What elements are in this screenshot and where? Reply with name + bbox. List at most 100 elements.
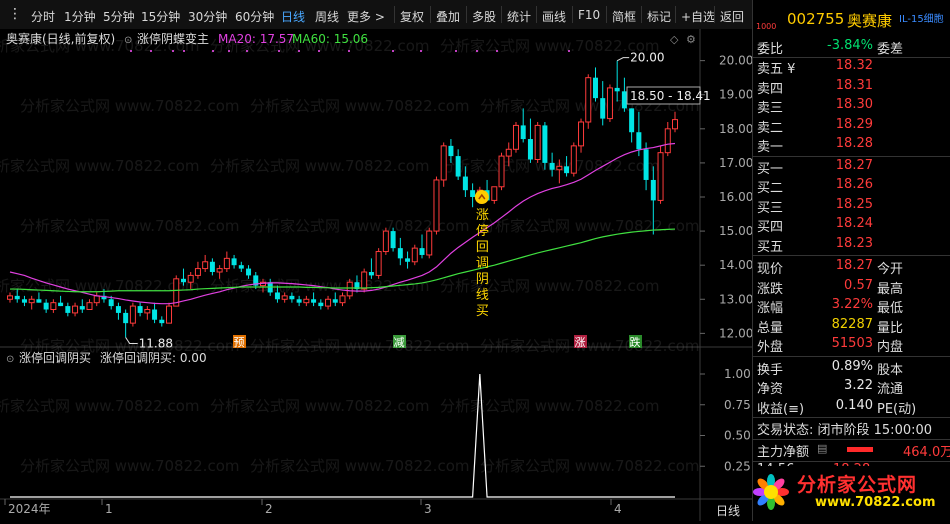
ma60-label: MA60: 15.06 xyxy=(292,32,368,46)
candle-body xyxy=(462,176,468,191)
candle-body xyxy=(346,281,353,297)
event-marker-text: 预 xyxy=(234,336,245,349)
kline-chart[interactable]: 分析家公式网 www.70822.com 分析家公式网 www.70822.com… xyxy=(0,29,753,521)
buy-row: 买二 18.26 xyxy=(753,177,950,196)
divider xyxy=(753,155,950,157)
signal-char: 回 xyxy=(476,240,489,255)
candle-body xyxy=(570,145,577,174)
candle xyxy=(498,152,505,191)
candle-body xyxy=(223,257,230,270)
stat2-label: 净资 xyxy=(757,382,784,397)
candle-body xyxy=(108,299,114,307)
expand-icon[interactable]: ⋮ xyxy=(8,6,22,22)
stat-label-2: 量比 xyxy=(877,320,904,336)
weibi-row: 委比 -3.84% 委差 xyxy=(753,38,950,57)
candle-body xyxy=(419,248,425,255)
sub-dropdown-icon[interactable]: ⊙ xyxy=(6,354,14,365)
stat-label-2: 最低 xyxy=(877,301,904,316)
list-icon[interactable]: ▤ xyxy=(817,442,827,455)
signal-char: 阴 xyxy=(476,272,489,287)
tab-8[interactable]: 更多 > xyxy=(347,8,385,25)
candle-body xyxy=(470,190,476,197)
candle-body xyxy=(600,98,606,119)
tab-5[interactable]: 60分钟 xyxy=(235,8,274,25)
sell-price: 18.28 xyxy=(835,136,873,151)
candle-body xyxy=(202,261,209,270)
candle-body xyxy=(194,268,201,276)
candle-body xyxy=(621,91,627,109)
divider xyxy=(753,439,950,440)
toolbar-btn-9[interactable]: 返回 xyxy=(720,8,744,25)
candle-body xyxy=(390,231,396,249)
toolbar-btn-5[interactable]: F10 xyxy=(578,8,600,22)
watermark-text: 分析家公式网 www.70822.com xyxy=(250,97,470,115)
candle-body xyxy=(325,298,332,307)
stat2-value: 0.89% xyxy=(831,358,873,374)
high-label: 20.00 xyxy=(630,51,664,65)
x-tick-label: 3 xyxy=(424,502,432,516)
signal-char: 停 xyxy=(476,223,489,239)
signal-dot xyxy=(130,50,132,52)
settings-icon[interactable]: ⚙ xyxy=(686,33,696,46)
price-tag-text: 18.50 - 18.41 xyxy=(630,89,711,103)
sell-price: 18.29 xyxy=(835,116,873,132)
candle xyxy=(585,74,592,129)
buy-label: 买四 xyxy=(757,220,784,235)
tab-1[interactable]: 1分钟 xyxy=(64,8,96,25)
tab-7[interactable]: 周线 xyxy=(315,8,339,25)
candle-body xyxy=(246,268,252,276)
toolbar-divider xyxy=(394,6,395,23)
stat-value: 3.22% xyxy=(831,297,873,312)
candle-body xyxy=(216,268,223,273)
x-tick-label: 1 xyxy=(105,502,113,516)
sub-indicator-name[interactable]: 涨停回调阴买 xyxy=(19,350,91,365)
y-tick-label: 14.00 xyxy=(719,258,752,272)
toolbar-btn-4[interactable]: 画线 xyxy=(542,8,566,25)
candle-body xyxy=(520,125,526,140)
toolbar-btn-1[interactable]: 叠加 xyxy=(436,8,460,25)
indicator-name[interactable]: 涨停阴蝶变主 xyxy=(137,31,209,46)
watermark-text: 分析家公式网 www.70822.com xyxy=(480,217,700,235)
stat-row: 现价 18.27 今开 xyxy=(753,258,950,277)
tab-0[interactable]: 分时 xyxy=(31,8,55,25)
concept-tag[interactable]: IL-15细胞 xyxy=(899,10,944,25)
watermark-text: 分析家公式网 www.70822.com xyxy=(20,97,240,115)
signal-dot xyxy=(476,50,478,52)
stat2-label-2: 股本 xyxy=(877,362,904,378)
signal-char: 调 xyxy=(476,256,489,271)
stat-label-2: 内盘 xyxy=(877,340,904,355)
tab-2[interactable]: 5分钟 xyxy=(103,8,135,25)
diamond-icon[interactable]: ◇ xyxy=(670,33,679,46)
candle-body xyxy=(643,149,649,180)
dropdown-icon[interactable]: ⊙ xyxy=(124,35,132,46)
watermark-text: 分析家公式网 www.70822.com xyxy=(250,337,470,355)
stat-value: 82287 xyxy=(831,316,873,332)
chart-area[interactable]: 分析家公式网 www.70822.com 分析家公式网 www.70822.com… xyxy=(0,29,753,521)
signal-dot xyxy=(392,50,394,52)
buy-price: 18.27 xyxy=(835,157,873,173)
candle xyxy=(390,227,396,252)
toolbar-btn-2[interactable]: 多股 xyxy=(472,8,496,25)
toolbar-btn-8[interactable]: +自选 xyxy=(681,8,715,25)
candle-body xyxy=(397,248,403,259)
stat2-label-2: 流通 xyxy=(877,382,904,397)
y-tick-label: 13.00 xyxy=(719,292,752,306)
toolbar-btn-3[interactable]: 统计 xyxy=(507,8,531,25)
signal-dot xyxy=(228,50,230,52)
toolbar-btn-7[interactable]: 标记 xyxy=(647,8,671,25)
toolbar-btn-0[interactable]: 复权 xyxy=(400,8,424,25)
x-tick-label: 4 xyxy=(614,502,622,516)
signal-char: 买 xyxy=(476,304,489,319)
trade-status-row: 交易状态: 闭市阶段 15:00:00 xyxy=(753,419,950,438)
tab-3[interactable]: 15分钟 xyxy=(141,8,180,25)
tab-4[interactable]: 30分钟 xyxy=(188,8,227,25)
toolbar-btn-6[interactable]: 简框 xyxy=(612,8,636,25)
tab-6[interactable]: 日线 xyxy=(281,8,305,25)
badge-1000: 1000 xyxy=(756,22,777,31)
candle xyxy=(440,142,447,187)
y-tick-label: 15.00 xyxy=(719,224,752,238)
main-flow-row: 主力净额 ▤ 464.0万 xyxy=(753,441,950,460)
candle-body xyxy=(650,179,656,201)
candle-body xyxy=(79,306,85,310)
stat2-value: 0.140 xyxy=(835,397,873,413)
